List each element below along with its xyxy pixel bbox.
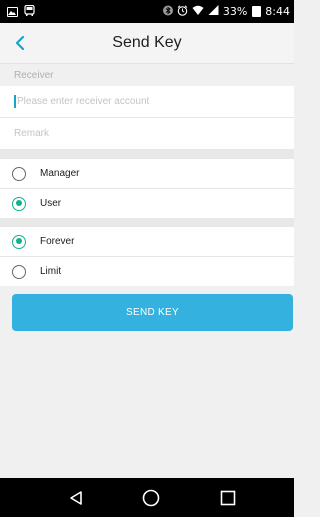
recents-square-icon[interactable] xyxy=(198,478,258,517)
clock: 8:44 xyxy=(265,5,290,18)
wifi-icon xyxy=(192,5,204,18)
role-option-label: User xyxy=(40,198,62,209)
remark-input[interactable] xyxy=(14,128,274,139)
section-separator xyxy=(0,149,294,159)
page-title: Send Key xyxy=(112,34,182,51)
text-cursor xyxy=(14,95,16,108)
navigation-bar xyxy=(0,478,294,517)
role-option-user[interactable]: User xyxy=(0,189,294,218)
receiver-input[interactable] xyxy=(17,96,277,107)
validity-option-label: Forever xyxy=(40,236,75,247)
validity-option-forever[interactable]: Forever xyxy=(0,227,294,256)
app-bar: Send Key xyxy=(0,23,294,64)
back-triangle-icon[interactable] xyxy=(46,478,106,517)
radio-unselected-icon[interactable] xyxy=(12,264,26,279)
send-key-button[interactable]: SEND KEY xyxy=(12,294,293,331)
remark-field[interactable] xyxy=(0,118,294,149)
role-option-manager[interactable]: Manager xyxy=(0,159,294,188)
receiver-label: Receiver xyxy=(0,64,294,86)
battery-percent: 33% xyxy=(222,5,248,18)
alarm-icon xyxy=(177,4,188,19)
home-circle-icon[interactable] xyxy=(121,478,181,517)
section-separator xyxy=(0,218,294,227)
bus-notification-icon xyxy=(24,4,35,19)
chevron-left-icon xyxy=(15,36,25,50)
radio-selected-icon[interactable] xyxy=(12,234,26,249)
validity-option-limit[interactable]: Limit xyxy=(0,257,294,286)
radio-selected-icon[interactable] xyxy=(12,196,26,211)
signal-icon xyxy=(208,5,219,18)
battery-icon xyxy=(252,6,262,17)
bluetooth-icon xyxy=(162,5,173,19)
gallery-notification-icon xyxy=(7,6,18,17)
validity-option-label: Limit xyxy=(40,266,62,277)
back-button[interactable] xyxy=(6,29,34,57)
receiver-field[interactable] xyxy=(0,86,294,117)
status-bar: 33% 8:44 xyxy=(0,0,294,23)
role-option-label: Manager xyxy=(40,168,80,179)
radio-unselected-icon[interactable] xyxy=(12,166,26,181)
